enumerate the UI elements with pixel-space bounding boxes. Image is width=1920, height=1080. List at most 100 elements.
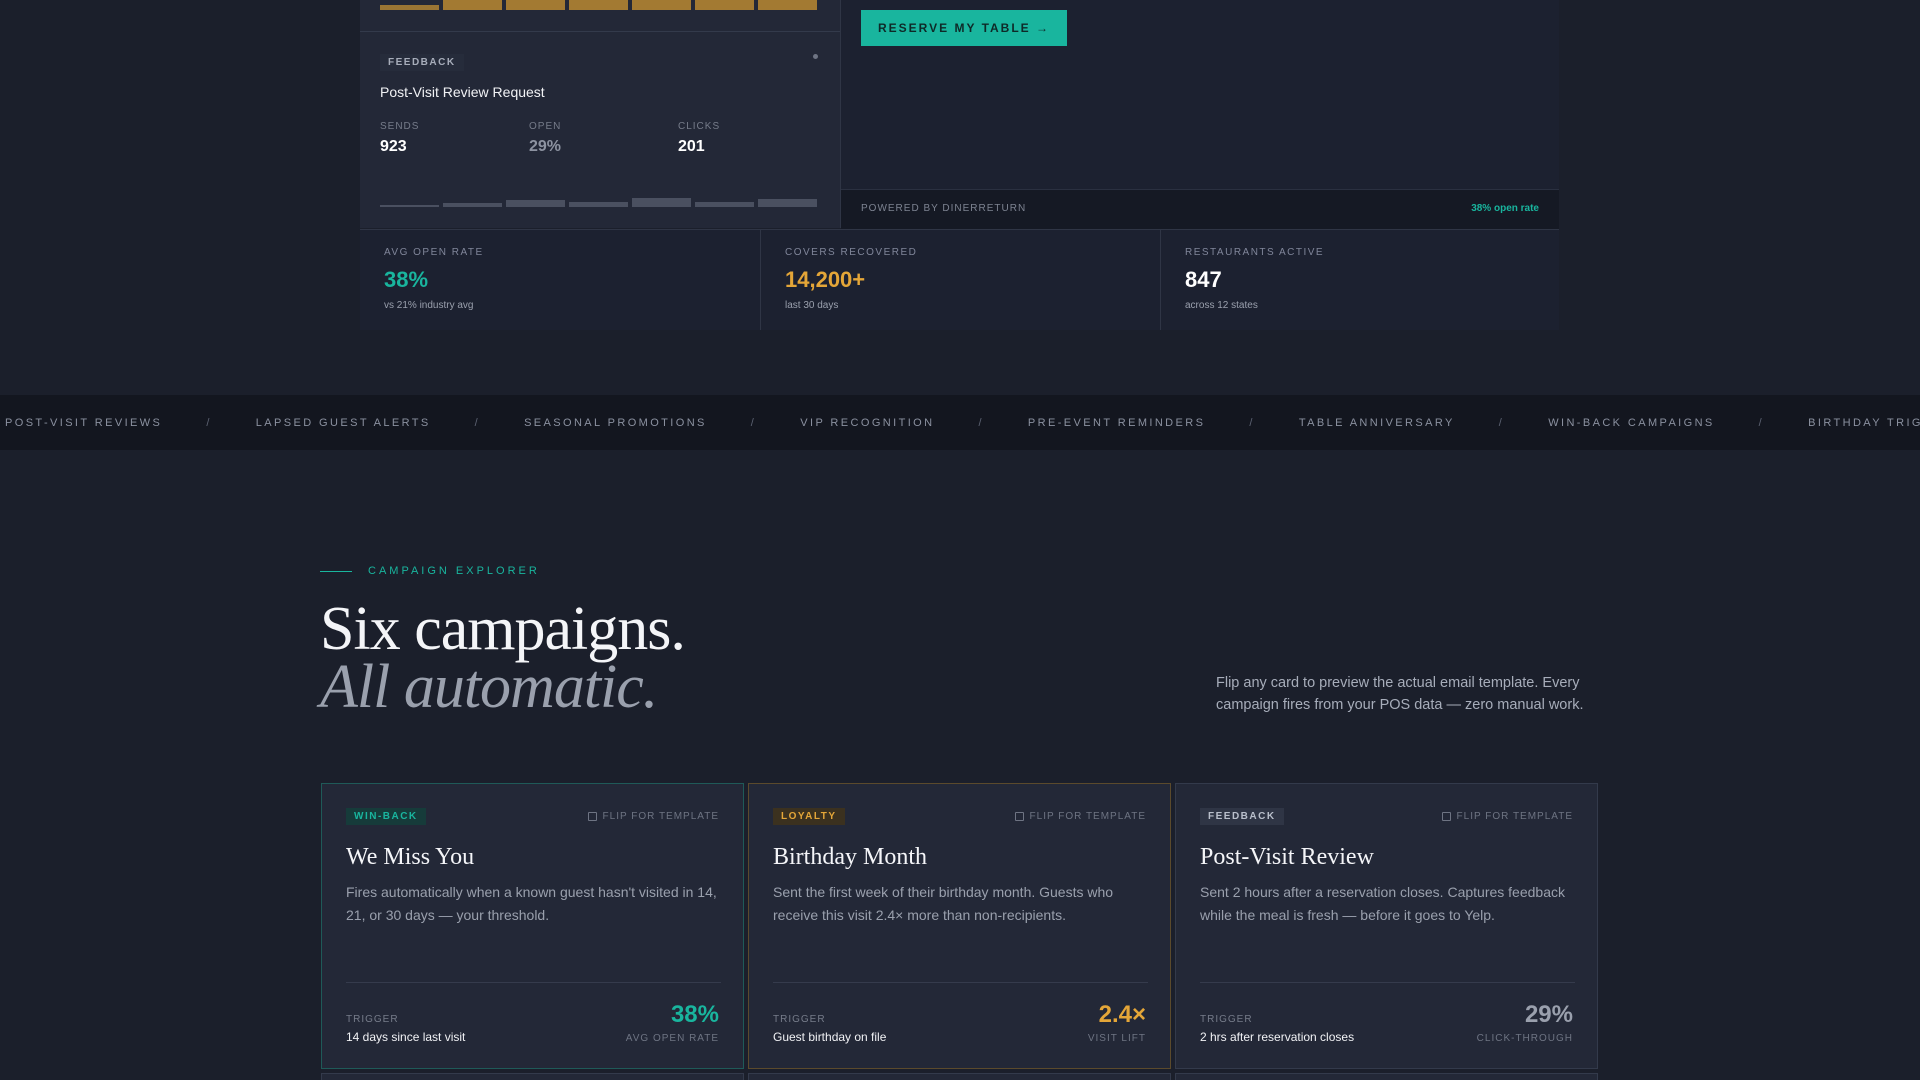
card-title: Post-Visit Review [1200, 844, 1374, 870]
campaign-card-feedback[interactable]: FEEDBACK FLIP FOR TEMPLATE Post-Visit Re… [1175, 783, 1598, 1069]
flip-card-icon [1441, 812, 1451, 821]
metric-sub: across 12 states [1185, 300, 1258, 311]
mini-bar [758, 199, 817, 207]
flip-label: FLIP FOR TEMPLATE [602, 811, 719, 822]
chart-bar [758, 0, 817, 10]
ticker-item: SEASONAL PROMOTIONS [524, 417, 707, 429]
mini-bar [632, 198, 691, 207]
card-metric: 29% [1524, 1001, 1573, 1028]
flip-label: FLIP FOR TEMPLATE [1029, 811, 1146, 822]
section-lead: Flip any card to preview the actual emai… [1216, 675, 1584, 713]
flip-label: FLIP FOR TEMPLATE [1456, 811, 1573, 822]
campaign-card-next [321, 1073, 744, 1080]
card-metric-label: VISIT LIFT [1087, 1033, 1146, 1044]
stat-value-clicks: 201 [678, 138, 705, 155]
flip-for-template-button[interactable]: FLIP FOR TEMPLATE [587, 811, 719, 822]
metrics-row: AVG OPEN RATE 38% vs 21% industry avg CO… [360, 229, 1559, 330]
feedback-title: Post-Visit Review Request [380, 84, 545, 100]
flip-card-icon [587, 812, 597, 821]
campaign-card-next [748, 1073, 1171, 1080]
trigger-label: TRIGGER [346, 1014, 399, 1025]
ticker-item: PRE-EVENT REMINDERS [1027, 417, 1206, 429]
mini-bar [506, 200, 565, 207]
mini-bar [443, 203, 502, 207]
trigger-value: Guest birthday on file [773, 1030, 887, 1044]
chart-bar [380, 5, 439, 10]
trigger-label: TRIGGER [1200, 1014, 1253, 1025]
metric-value: 847 [1185, 267, 1222, 292]
chart-bar [506, 0, 565, 10]
ticker-track: POST-VISIT REVIEWS / LAPSED GUEST ALERTS / S… [5, 417, 1920, 429]
powered-by-text: POWERED BY DINERRETURN [861, 203, 1027, 214]
card-metric-label: AVG OPEN RATE [625, 1033, 719, 1044]
flip-for-template-button[interactable]: FLIP FOR TEMPLATE [1441, 811, 1573, 822]
metric-value: 38% [384, 267, 429, 292]
ticker-item: LAPSED GUEST ALERTS [255, 417, 431, 429]
stat-value-sends: 923 [380, 138, 407, 155]
powered-strip: POWERED BY DINERRETURN 38% open rate [841, 189, 1559, 229]
ticker-separator: / [1498, 417, 1505, 429]
metric-label: AVG OPEN RATE [384, 247, 484, 258]
top-bar-chart [380, 0, 817, 10]
card-description: Sent the first week of their birthday mo… [773, 884, 1114, 923]
chart-bar [569, 0, 628, 10]
chart-bar [695, 0, 754, 10]
reserve-table-button[interactable]: RESERVE MY TABLE → [861, 10, 1067, 46]
flip-card-icon [1014, 812, 1024, 821]
ticker-separator: / [978, 417, 984, 429]
flip-for-template-button[interactable]: FLIP FOR TEMPLATE [1014, 811, 1146, 822]
card-title: We Miss You [346, 844, 475, 870]
trigger-value: 14 days since last visit [346, 1030, 466, 1044]
ticker-item: VIP RECOGNITION [800, 417, 935, 429]
mini-bar [695, 202, 754, 207]
card-tag: LOYALTY [773, 808, 845, 825]
chart-bar [632, 0, 691, 10]
metric-covers: COVERS RECOVERED 14,200+ last 30 days [760, 230, 1160, 330]
ticker-separator: / [474, 417, 481, 429]
metric-sub: vs 21% industry avg [384, 300, 474, 311]
card-description: Fires automatically when a known guest h… [346, 884, 717, 923]
metric-sub: last 30 days [785, 300, 839, 311]
mini-bar [569, 202, 628, 207]
stat-label-clicks: CLICKS [678, 121, 721, 132]
card-title: Birthday Month [773, 844, 927, 870]
card-description: Sent 2 hours after a reservation closes.… [1200, 884, 1565, 923]
metric-open-rate: AVG OPEN RATE 38% vs 21% industry avg [360, 230, 759, 330]
status-dot-icon [813, 54, 818, 59]
ticker-item: WIN-BACK CAMPAIGNS [1548, 417, 1715, 429]
campaign-card-next [1175, 1073, 1598, 1080]
feedback-badge: FEEDBACK [380, 54, 464, 71]
card-tag: WIN-BACK [346, 808, 426, 825]
stat-label-sends: SENDS [380, 121, 420, 132]
preview-panel: FEEDBACK Post-Visit Review Request SENDS… [360, 0, 841, 228]
chart-bar [443, 0, 502, 10]
campaign-card-loyalty[interactable]: LOYALTY FLIP FOR TEMPLATE Birthday Month… [748, 783, 1171, 1069]
metric-label: COVERS RECOVERED [785, 247, 918, 258]
trigger-label: TRIGGER [773, 1014, 826, 1025]
card-tag: FEEDBACK [1200, 808, 1284, 825]
ticker-item: POST-VISIT REVIEWS [5, 417, 163, 429]
email-preview: RESERVE MY TABLE → POWERED BY DINERRETUR… [841, 0, 1559, 229]
section-headline: Six campaigns. [320, 595, 686, 663]
eyebrow-line [320, 571, 352, 572]
ticker-item: BIRTHDAY TRIGGERS [1808, 417, 1920, 429]
ticker-separator: / [1758, 417, 1765, 429]
open-rate-note: 38% open rate [1471, 203, 1539, 214]
trigger-value: 2 hrs after reservation closes [1200, 1030, 1355, 1044]
metric-label: RESTAURANTS ACTIVE [1185, 247, 1325, 258]
campaign-card-win-back[interactable]: WIN-BACK FLIP FOR TEMPLATE We Miss You F… [321, 783, 744, 1069]
ticker-separator: / [1249, 417, 1255, 429]
ticker-item: TABLE ANNIVERSARY [1298, 417, 1455, 429]
campaign-ticker: POST-VISIT REVIEWS / LAPSED GUEST ALERTS / S… [0, 395, 1920, 450]
card-divider [1200, 982, 1575, 983]
ticker-separator: / [206, 417, 212, 429]
stat-value-open: 29% [529, 138, 562, 155]
divider [360, 31, 840, 32]
ticker-separator: / [750, 417, 757, 429]
card-divider [773, 982, 1148, 983]
card-metric-label: CLICK-THROUGH [1476, 1033, 1573, 1044]
stat-label-open: OPEN [529, 121, 562, 132]
mini-bar [380, 205, 439, 207]
section-eyebrow: CAMPAIGN EXPLORER [368, 565, 540, 577]
metric-restaurants: RESTAURANTS ACTIVE 847 across 12 states [1160, 230, 1560, 330]
